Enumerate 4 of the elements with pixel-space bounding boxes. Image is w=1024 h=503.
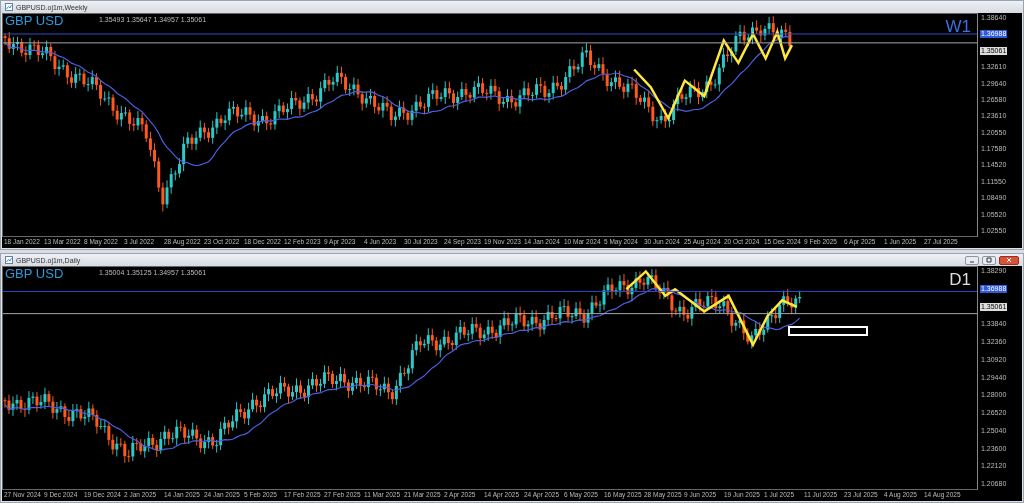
timeframe-label: D1 [949, 271, 971, 289]
symbol-label: GBP USD [5, 267, 64, 281]
symbol-label: GBP USD [5, 14, 64, 28]
timeframe-label: W1 [945, 18, 971, 36]
